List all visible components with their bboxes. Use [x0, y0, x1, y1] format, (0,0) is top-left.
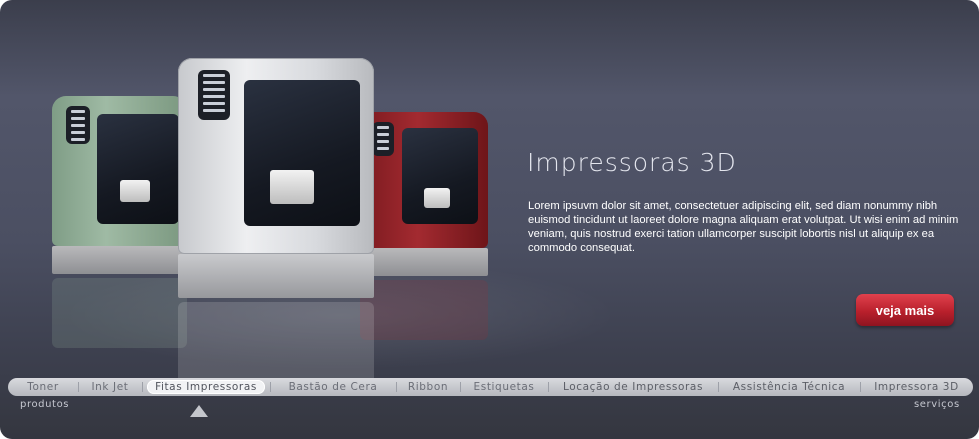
nav-item-toner[interactable]: Toner	[8, 378, 78, 396]
servicos-caption: serviços	[914, 399, 960, 410]
category-nav-bar: Toner Ink Jet Fitas Impressoras Bastão d…	[8, 378, 973, 396]
nav-item-ribbon[interactable]: Ribbon	[396, 378, 460, 396]
nav-item-bastao-de-cera[interactable]: Bastão de Cera	[270, 378, 396, 396]
veja-mais-button[interactable]: veja mais	[856, 294, 954, 326]
hero-banner: Impressoras 3D Lorem ipsuvm dolor sit am…	[0, 0, 979, 439]
nav-item-assistencia-tecnica[interactable]: Assistência Técnica	[718, 378, 860, 396]
nav-item-locacao-de-impressoras[interactable]: Locação de Impressoras	[548, 378, 718, 396]
active-item-arrow-icon	[190, 405, 208, 417]
hero-title: Impressoras 3D	[527, 148, 737, 177]
hero-description: Lorem ipsuvm dolor sit amet, consectetue…	[528, 200, 959, 254]
produtos-caption: produtos	[20, 399, 70, 410]
nav-item-estiquetas[interactable]: Estiquetas	[460, 378, 548, 396]
nav-item-fitas-impressoras[interactable]: Fitas Impressoras	[142, 378, 270, 396]
nav-item-ink-jet[interactable]: Ink Jet	[78, 378, 142, 396]
nav-item-impressora-3d[interactable]: Impressora 3D	[860, 378, 973, 396]
